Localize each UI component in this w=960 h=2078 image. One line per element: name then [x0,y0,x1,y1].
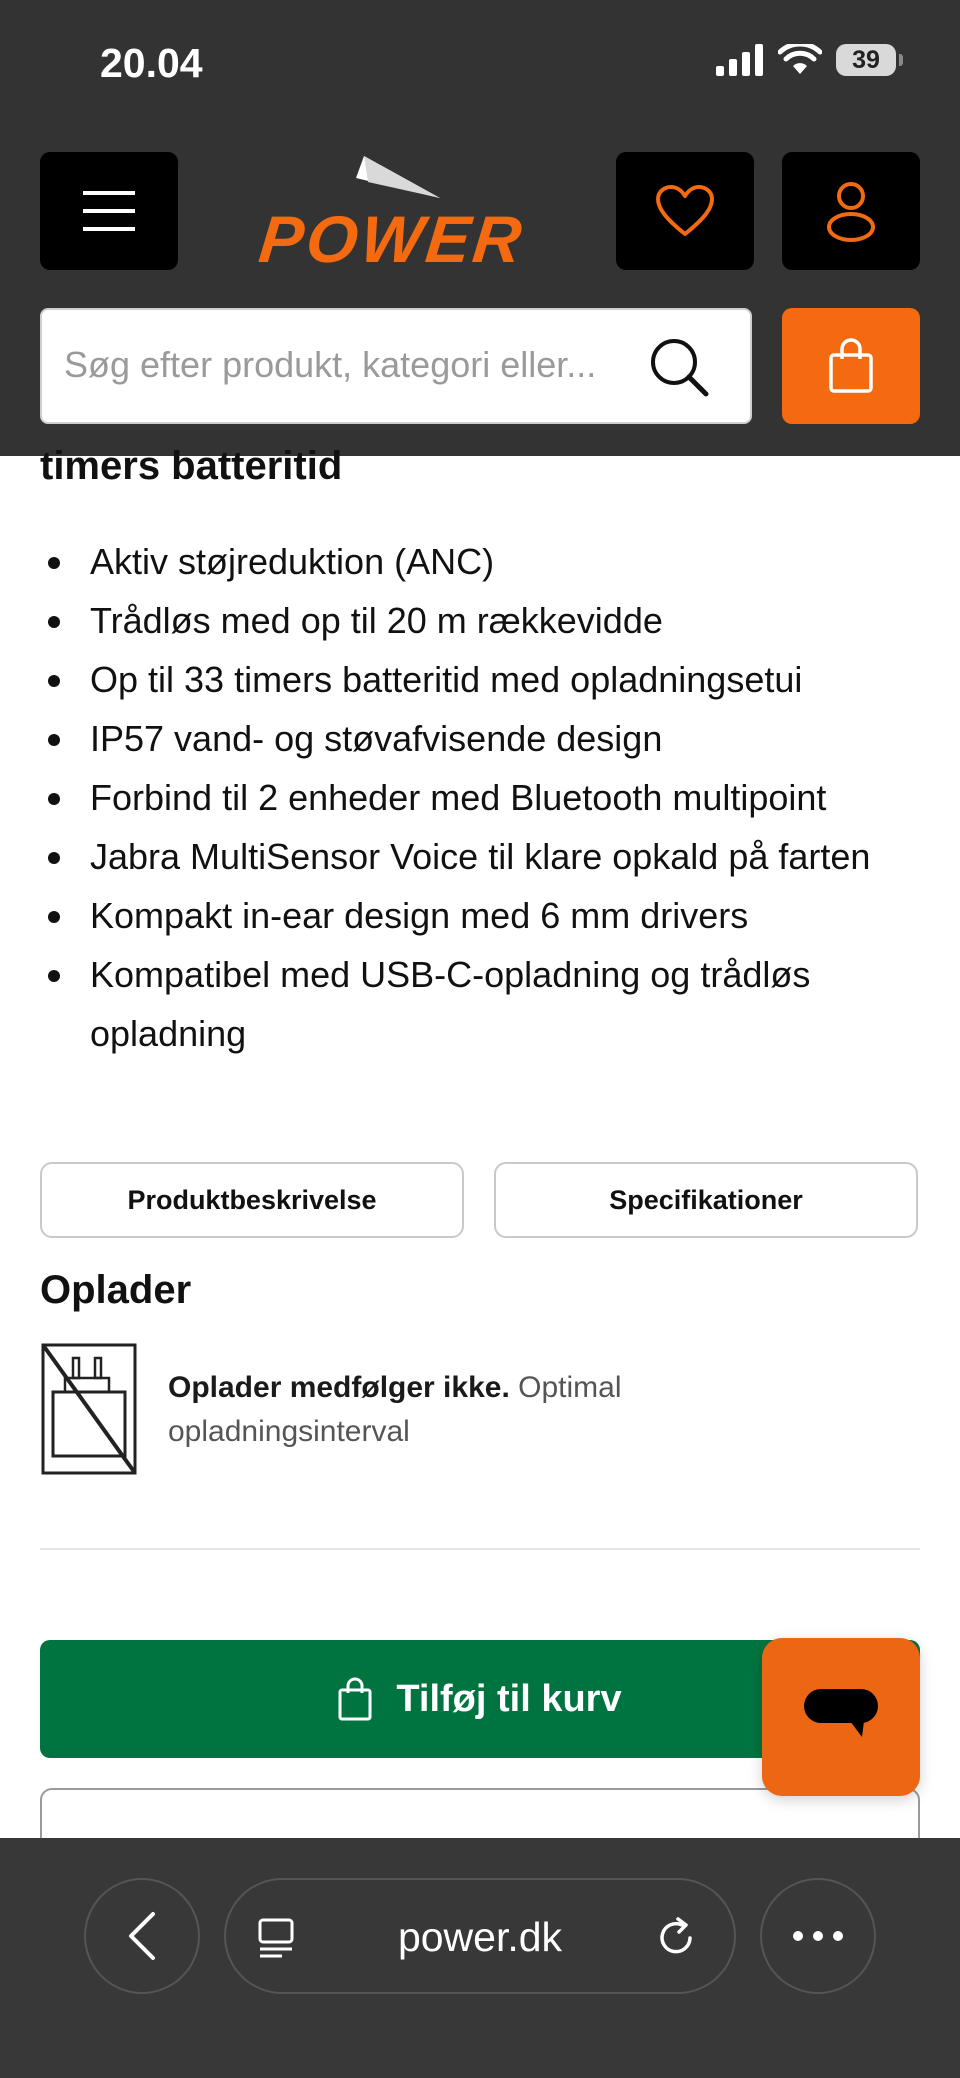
status-time: 20.04 [100,40,203,86]
add-to-cart-label: Tilføj til kurv [396,1677,622,1720]
signal-icon [716,44,763,76]
product-description-button[interactable]: Produktbeskrivelse [40,1162,464,1238]
menu-button[interactable] [40,152,178,270]
feature-item: Kompakt in-ear design med 6 mm drivers [40,886,930,945]
feature-item: Jabra MultiSensor Voice til klare opkald… [40,827,930,886]
shopping-bag-icon [829,338,873,393]
charger-title: Oplader [40,1268,192,1312]
reload-icon[interactable] [654,1916,698,1960]
wifi-icon [778,44,822,74]
account-button[interactable] [782,152,920,270]
address-bar[interactable]: power.dk [224,1878,736,1994]
more-options-button[interactable] [760,1878,876,1994]
feature-item: IP57 vand- og støvafvisende design [40,709,930,768]
browser-back-button[interactable] [84,1878,200,1994]
user-icon [827,182,875,242]
feature-item: Kompatibel med USB-C-opladning og trådlø… [40,945,930,1063]
status-bar: 20.04 39 [0,0,960,130]
feature-list: Aktiv støjreduktion (ANC) Trådløs med op… [40,532,930,1063]
ellipsis-icon [793,1931,843,1941]
feature-item: Aktiv støjreduktion (ANC) [40,532,930,591]
site-header: POWER Søg efter produkt, kategori eller.… [0,130,960,456]
battery-indicator: 39 [836,44,903,76]
specifications-button[interactable]: Specifikationer [494,1162,918,1238]
search-input[interactable]: Søg efter produkt, kategori eller... [64,344,664,386]
hamburger-icon [83,191,135,231]
divider [40,1548,920,1550]
no-charger-icon [41,1343,137,1475]
feature-item: Trådløs med op til 20 m rækkevidde [40,591,930,650]
chat-button[interactable] [762,1638,920,1796]
feature-item: Forbind til 2 enheder med Bluetooth mult… [40,768,930,827]
heart-icon [656,185,714,236]
brand-text: POWER [256,203,528,270]
product-heading: timers batteritid [40,444,343,488]
chevron-left-icon [129,1912,155,1960]
browser-toolbar: power.dk [0,1838,960,2078]
chat-bubble-icon [804,1689,878,1737]
search-icon[interactable] [648,336,710,398]
charger-info-bold: Oplader medfølger ikke. [168,1371,510,1404]
shopping-bag-icon [338,1677,372,1721]
status-icons: 39 [716,44,903,76]
cart-button[interactable] [782,308,920,424]
charger-info: Oplader medfølger ikke. Optimal opladnin… [168,1366,728,1454]
power-logo[interactable]: POWER [218,152,584,270]
search-bar[interactable]: Søg efter produkt, kategori eller... [40,308,752,424]
feature-item: Op til 33 timers batteritid med opladnin… [40,650,930,709]
favorites-button[interactable] [616,152,754,270]
